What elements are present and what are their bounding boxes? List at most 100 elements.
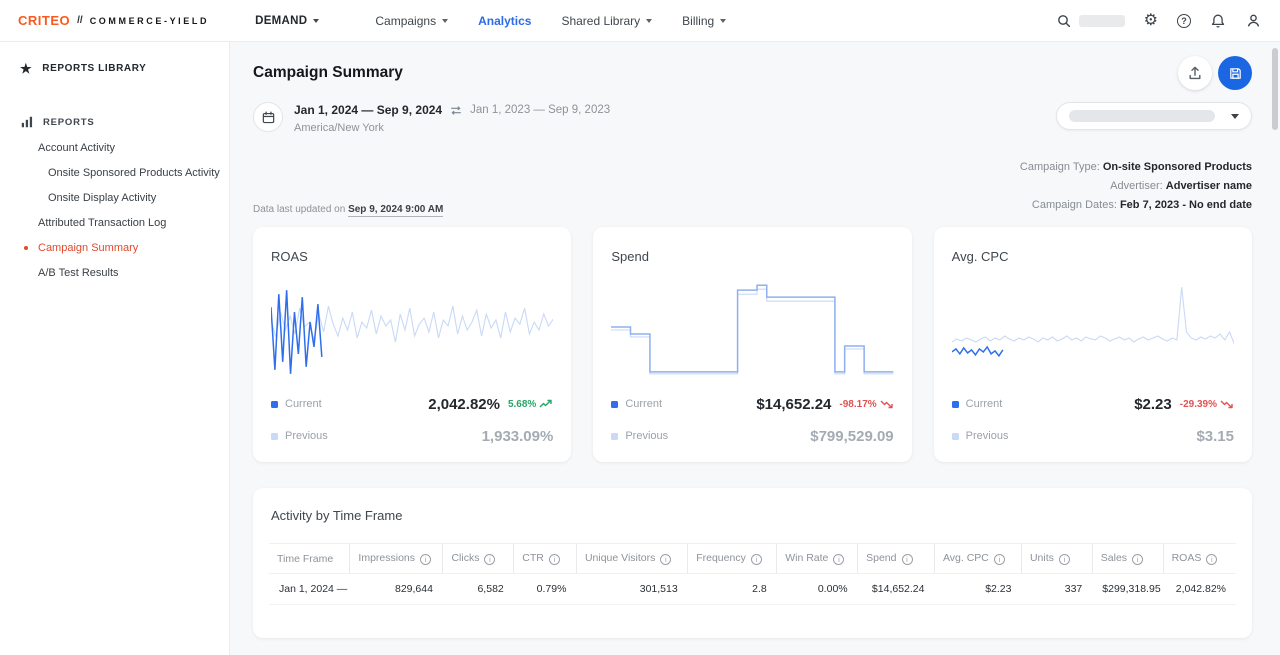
cell-win-rate: 0.00% <box>777 574 858 605</box>
settings-icon[interactable]: ⚙ <box>1144 12 1158 30</box>
column-label: ROAS <box>1172 552 1202 564</box>
date-range-picker[interactable]: Jan 1, 2024 — Sep 9, 2024 Jan 1, 2023 — … <box>253 102 610 134</box>
legend-previous-row: Previous 1,933.09% <box>271 420 553 452</box>
legend-previous-row: Previous $799,529.09 <box>611 420 893 452</box>
column-header-avg-cpc[interactable]: Avg. CPC i <box>934 544 1021 574</box>
sidebar-item-attributed-transaction-log[interactable]: Attributed Transaction Log <box>0 210 229 235</box>
previous-label: Previous <box>285 430 328 442</box>
chevron-down-icon <box>1231 114 1239 119</box>
demand-menu[interactable]: DEMAND <box>255 15 319 27</box>
sidebar-item-a-b-test-results[interactable]: A/B Test Results <box>0 260 229 285</box>
trend-up-icon <box>539 399 553 409</box>
vertical-scrollbar[interactable] <box>1272 48 1278 130</box>
active-bullet-icon <box>24 246 28 250</box>
notifications-icon[interactable] <box>1210 12 1226 30</box>
cell-roas: 2,042.82% <box>1163 574 1236 605</box>
previous-label: Previous <box>625 430 668 442</box>
sidebar-item-onsite-sponsored-products-activity[interactable]: Onsite Sponsored Products Activity <box>0 160 229 185</box>
nav-label: Analytics <box>478 14 531 28</box>
column-header-frequency[interactable]: Frequencyi <box>688 544 777 574</box>
previous-swatch <box>952 433 959 440</box>
info-icon[interactable]: i <box>1206 554 1217 565</box>
campaign-dates-label: Campaign Dates: <box>1032 199 1117 211</box>
last-updated-date: Sep 9, 2024 9:00 AM <box>348 204 443 217</box>
column-header-roas[interactable]: ROAS i <box>1163 544 1236 574</box>
metric-cards: ROAS Current 2,042.82%5.68% Previous 1,9… <box>253 227 1252 462</box>
column-header-sales[interactable]: Salesi <box>1092 544 1163 574</box>
chevron-down-icon <box>646 19 652 23</box>
previous-value: $3.15 <box>1196 428 1234 445</box>
current-swatch <box>271 401 278 408</box>
column-label: Clicks <box>451 552 479 564</box>
main-content: Campaign Summary Jan 1, 2024 — Sep 9, 20… <box>230 42 1280 655</box>
campaign-type-value: On-site Sponsored Products <box>1103 161 1252 173</box>
info-icon[interactable]: i <box>484 554 495 565</box>
nav-analytics[interactable]: Analytics <box>478 14 531 28</box>
campaign-type-label: Campaign Type: <box>1020 161 1100 173</box>
reports-sidebar: ★ REPORTS LIBRARY REPORTS Account Activi… <box>0 42 230 655</box>
legend-current-row: Current $2.23-29.39% <box>952 388 1234 420</box>
column-header-units[interactable]: Unitsi <box>1021 544 1092 574</box>
page-title: Campaign Summary <box>253 64 403 82</box>
sidebar-item-onsite-display-activity[interactable]: Onsite Display Activity <box>0 185 229 210</box>
date-range-text: Jan 1, 2024 — Sep 9, 2024 Jan 1, 2023 — … <box>294 102 610 134</box>
legend-current-row: Current 2,042.82%5.68% <box>271 388 553 420</box>
column-label: CTR <box>522 552 544 564</box>
chevron-down-icon <box>720 19 726 23</box>
calendar-icon[interactable] <box>253 102 283 132</box>
campaign-type-row: Campaign Type: On-site Sponsored Product… <box>1020 158 1252 177</box>
nav-billing[interactable]: Billing <box>682 14 726 28</box>
column-label: Unique Visitors <box>585 552 655 564</box>
advertiser-row: Advertiser: Advertiser name <box>1020 177 1252 196</box>
search-icon[interactable] <box>1056 12 1072 30</box>
info-icon[interactable]: i <box>420 554 431 565</box>
cell-impressions: 829,644 <box>350 574 443 605</box>
reports-library-header[interactable]: ★ REPORTS LIBRARY <box>0 54 229 83</box>
search-control[interactable] <box>1056 12 1125 30</box>
sidebar-items: Account ActivityOnsite Sponsored Product… <box>0 135 229 285</box>
spend-sparkline-chart <box>611 276 893 388</box>
activity-section-title: Activity by Time Frame <box>271 508 1236 523</box>
column-header-ctr[interactable]: CTR i <box>514 544 577 574</box>
sidebar-item-campaign-summary[interactable]: Campaign Summary <box>0 235 229 260</box>
chevron-down-icon <box>313 19 319 23</box>
column-header-clicks[interactable]: Clicksi <box>443 544 514 574</box>
chevron-down-icon <box>442 19 448 23</box>
nav-campaigns[interactable]: Campaigns <box>375 14 448 28</box>
export-button[interactable] <box>1178 56 1212 90</box>
column-label: Avg. CPC <box>943 552 989 564</box>
account-icon[interactable] <box>1245 12 1262 30</box>
delta-badge: 5.68% <box>508 399 553 410</box>
nav-shared-library[interactable]: Shared Library <box>561 14 652 28</box>
help-icon[interactable]: ? <box>1177 12 1191 30</box>
compare-arrows-icon <box>449 104 463 117</box>
column-label: Sales <box>1101 552 1127 564</box>
info-icon[interactable]: i <box>751 554 762 565</box>
activity-by-time-frame-card: Activity by Time Frame Time FrameImpress… <box>253 488 1252 638</box>
column-header-unique-visitors[interactable]: Unique Visitors i <box>576 544 687 574</box>
column-header-impressions[interactable]: Impressionsi <box>350 544 443 574</box>
info-icon[interactable]: i <box>833 554 844 565</box>
metric-card-spend: Spend Current $14,652.24-98.17% Previous… <box>593 227 911 462</box>
demand-label: DEMAND <box>255 15 307 27</box>
delta-value: -98.17% <box>839 399 876 410</box>
column-header-time-frame[interactable]: Time Frame <box>269 544 350 574</box>
column-header-spend[interactable]: Spendi <box>858 544 935 574</box>
info-icon[interactable]: i <box>549 554 560 565</box>
info-icon[interactable]: i <box>660 554 671 565</box>
info-icon[interactable]: i <box>994 554 1005 565</box>
previous-series-line <box>952 287 1234 344</box>
trend-down-icon <box>880 399 894 409</box>
column-header-win-rate[interactable]: Win Rate i <box>777 544 858 574</box>
sidebar-item-account-activity[interactable]: Account Activity <box>0 135 229 160</box>
cell-frequency: 2.8 <box>688 574 777 605</box>
criteo-logo[interactable]: CRITEO // COMMERCE-YIELD <box>18 13 209 28</box>
previous-value: 1,933.09% <box>482 428 554 445</box>
table-row[interactable]: Jan 1, 2024 — Sep 9, 2024829,6446,5820.7… <box>269 574 1236 605</box>
column-label: Win Rate <box>785 552 828 564</box>
info-icon[interactable]: i <box>902 554 913 565</box>
campaign-select-dropdown[interactable] <box>1056 102 1252 130</box>
info-icon[interactable]: i <box>1132 554 1143 565</box>
save-report-button[interactable] <box>1218 56 1252 90</box>
info-icon[interactable]: i <box>1059 554 1070 565</box>
